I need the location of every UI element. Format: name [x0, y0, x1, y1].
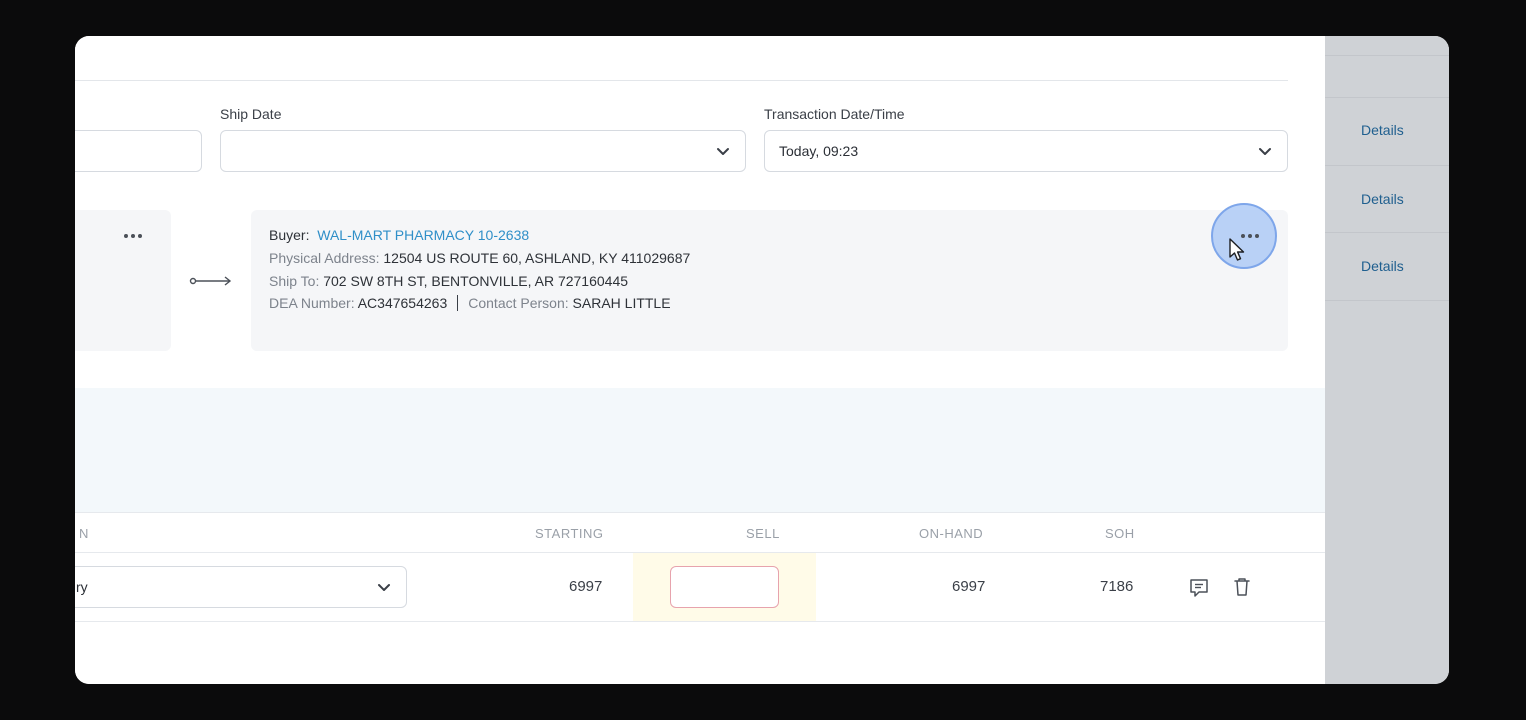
buyer-line: Buyer: WAL-MART PHARMACY 10-2638	[269, 224, 529, 247]
starting-value: 6997	[569, 578, 603, 595]
ship-to-label: Ship To:	[269, 273, 320, 289]
divider	[1325, 232, 1449, 233]
chevron-down-icon	[378, 584, 390, 591]
col-header-starting: STARTING	[535, 526, 604, 541]
details-link[interactable]: Details	[1361, 122, 1404, 138]
col-header-on-hand: ON-HAND	[919, 526, 984, 541]
arrow-right-icon	[189, 276, 232, 286]
buyer-name-link[interactable]: WAL-MART PHARMACY 10-2638	[317, 227, 529, 243]
table-header: N STARTING SELL ON-HAND SOH	[75, 512, 1325, 553]
divider	[1325, 300, 1449, 301]
buyer-label: Buyer:	[269, 227, 310, 243]
background-side-panel: Details Details Details	[1325, 36, 1449, 684]
col-header-partial: N	[79, 526, 89, 541]
sell-cell	[633, 553, 816, 621]
ship-to-line: Ship To: 702 SW 8TH ST, BENTONVILLE, AR …	[269, 270, 628, 293]
transaction-modal: Ship Date Transaction Date/Time Today, 0…	[75, 36, 1325, 684]
col-header-soh: SOH	[1105, 526, 1135, 541]
separator	[457, 295, 459, 311]
details-link[interactable]: Details	[1361, 191, 1404, 207]
divider	[1325, 55, 1449, 56]
physical-address-line: Physical Address: 12504 US ROUTE 60, ASH…	[269, 247, 690, 270]
cursor-icon	[1229, 238, 1245, 261]
buyer-card: Buyer: WAL-MART PHARMACY 10-2638 Physica…	[251, 210, 1288, 351]
divider	[1325, 97, 1449, 98]
col-header-sell: SELL	[746, 526, 780, 541]
divider	[1325, 165, 1449, 166]
contact-value: SARAH LITTLE	[572, 295, 671, 311]
dea-label: DEA Number:	[269, 295, 355, 311]
soh-value: 7186	[1100, 578, 1134, 595]
ship-to-value: 702 SW 8TH ST, BENTONVILLE, AR 727160445	[323, 273, 629, 289]
window-frame: Ship Date Transaction Date/Time Today, 0…	[75, 36, 1449, 684]
comment-icon[interactable]	[1188, 578, 1210, 598]
sell-input[interactable]	[670, 566, 779, 608]
on-hand-value: 6997	[952, 578, 986, 595]
chevron-down-icon	[1259, 148, 1271, 155]
partial-field[interactable]	[75, 130, 202, 172]
transaction-date-select[interactable]: Today, 09:23	[764, 130, 1288, 172]
chevron-down-icon	[717, 148, 729, 155]
transaction-date-label: Transaction Date/Time	[764, 106, 905, 122]
ship-date-label: Ship Date	[220, 106, 282, 122]
table-row: ry 6997 6997 7186	[75, 553, 1325, 622]
physical-address-value: 12504 US ROUTE 60, ASHLAND, KY 411029687	[383, 250, 691, 266]
contact-label: Contact Person:	[468, 295, 569, 311]
ship-date-select[interactable]	[220, 130, 746, 172]
row-select[interactable]: ry	[75, 566, 407, 608]
section-band	[75, 388, 1325, 512]
row-select-value: ry	[76, 579, 88, 595]
seller-card	[75, 210, 171, 351]
trash-icon[interactable]	[1231, 576, 1253, 598]
more-dots-icon[interactable]	[124, 234, 142, 238]
divider	[75, 80, 1288, 81]
dea-contact-line: DEA Number: AC347654263 Contact Person: S…	[269, 292, 671, 315]
physical-address-label: Physical Address:	[269, 250, 380, 266]
details-link[interactable]: Details	[1361, 258, 1404, 274]
transaction-date-value: Today, 09:23	[779, 143, 859, 159]
dea-value: AC347654263	[357, 295, 448, 311]
